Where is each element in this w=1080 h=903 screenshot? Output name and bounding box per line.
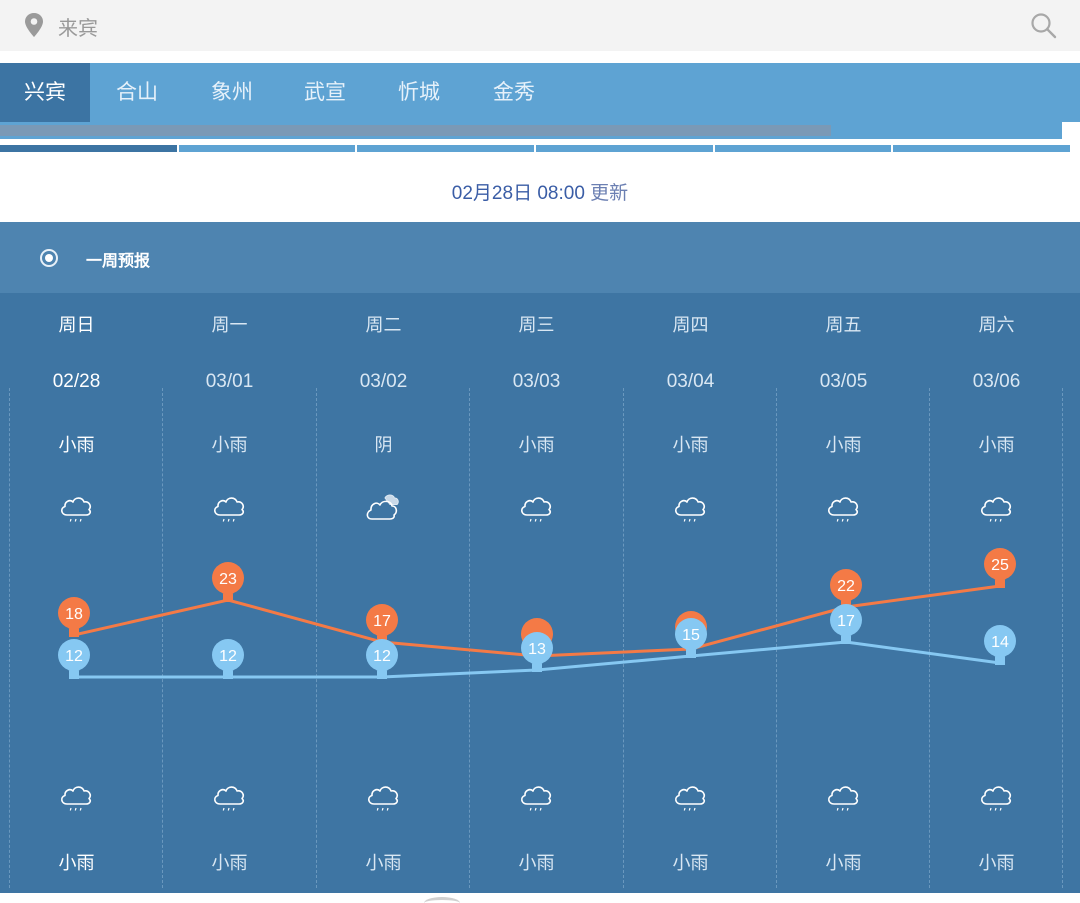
page-indicator[interactable] (178, 145, 356, 152)
low-temp-point-label: 15 (682, 627, 700, 644)
update-time-value: 02月28日 08:00 (451, 183, 585, 204)
low-temp-point: 12 (366, 639, 398, 679)
low-temp-point: 13 (521, 632, 553, 672)
page-indicator[interactable] (714, 145, 892, 152)
page-indicators (0, 145, 1071, 152)
temperature-chart: 18 23 17 22 25 12 12 12 13 15 17 14 (58, 548, 1016, 679)
high-temp-point-label: 22 (837, 578, 855, 595)
tab-xincheng[interactable]: 忻城 (384, 63, 454, 122)
high-temp-point: 22 (830, 569, 862, 609)
low-temp-point: 12 (212, 639, 244, 679)
low-temp-point-label: 14 (991, 634, 1009, 651)
low-temp-point: 17 (830, 604, 862, 644)
city-tabs: 兴宾 合山 象州 武宣 忻城 金秀 (0, 63, 1080, 122)
forecast-header (0, 222, 1080, 293)
high-temp-point-label: 23 (219, 571, 237, 588)
search-icon[interactable] (1030, 12, 1058, 40)
high-temp-point-label: 25 (991, 557, 1009, 574)
location-text[interactable]: 来宾 (58, 12, 98, 41)
update-suffix: 更新 (590, 182, 629, 204)
search-bar[interactable]: 来宾 (0, 0, 1080, 51)
low-temp-point-label: 13 (528, 641, 546, 658)
tab-xiangzhou[interactable]: 象州 (197, 63, 267, 122)
high-temp-point: 25 (984, 548, 1016, 588)
high-temp-point-label: 17 (373, 613, 391, 630)
low-temp-point-label: 12 (65, 648, 83, 665)
page-indicator[interactable] (536, 145, 713, 152)
tab-heshan[interactable]: 合山 (102, 63, 172, 122)
low-temp-point: 12 (58, 639, 90, 679)
low-temp-point-label: 17 (837, 613, 855, 630)
page-indicator[interactable] (893, 145, 1071, 152)
low-temp-point: 15 (675, 618, 707, 658)
page-indicator[interactable] (0, 145, 177, 152)
low-temp-point: 14 (984, 625, 1016, 665)
map-pin-icon (25, 13, 43, 37)
low-temp-point-label: 12 (373, 648, 391, 665)
tab-wuxuan[interactable]: 武宣 (290, 63, 360, 122)
high-temp-point: 23 (212, 562, 244, 602)
high-temp-point-label: 18 (65, 606, 83, 623)
tab-xingbin[interactable]: 兴宾 (0, 63, 90, 122)
tab-jinxiu[interactable]: 金秀 (479, 63, 549, 122)
page-indicator[interactable] (357, 145, 535, 152)
update-time: 02月28日 08:00 更新 (0, 178, 1080, 205)
tabs-scrollbar[interactable] (0, 125, 831, 136)
low-temp-point-label: 12 (219, 648, 237, 665)
scroll-indicator[interactable] (424, 897, 460, 903)
radio-selected-icon[interactable] (40, 249, 58, 267)
forecast-title: 一周预报 (86, 251, 151, 270)
